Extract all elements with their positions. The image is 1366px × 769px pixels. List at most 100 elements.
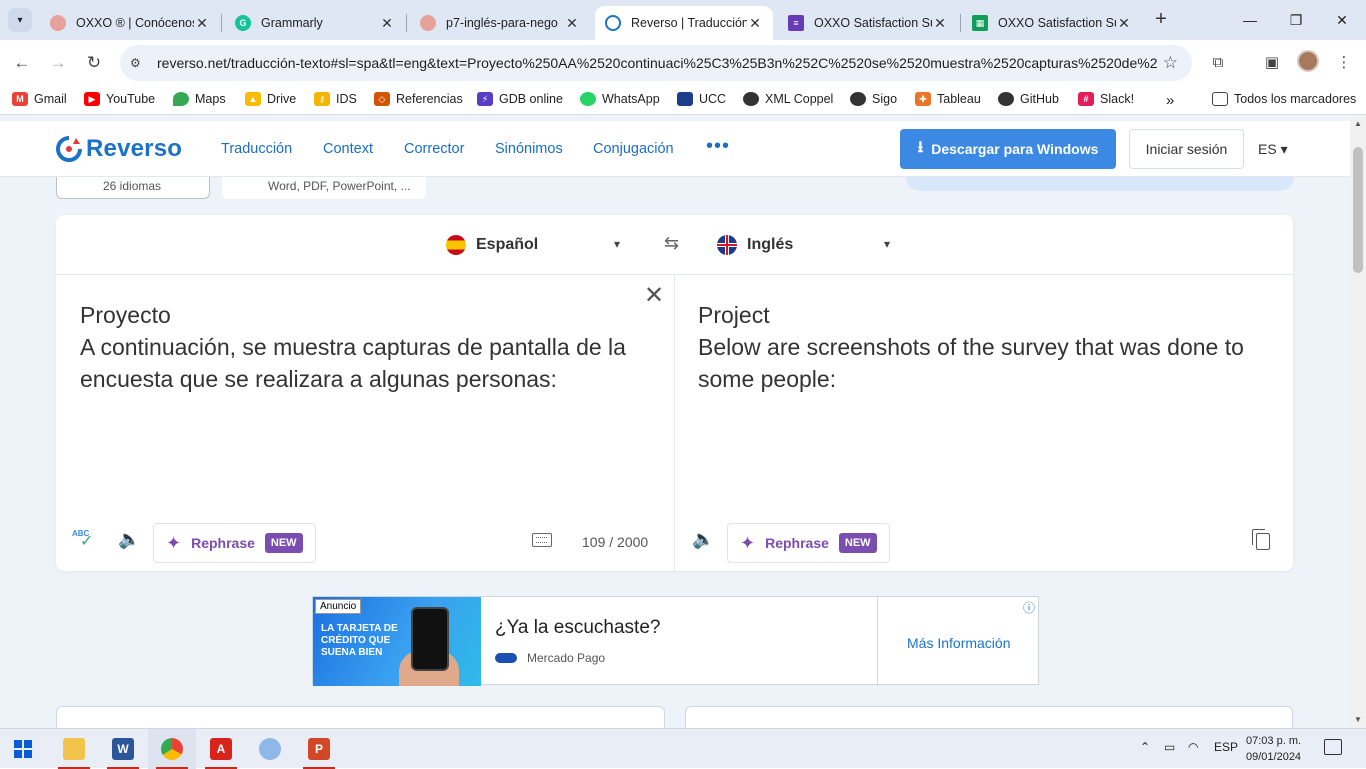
nav-more-button[interactable]: ••• xyxy=(706,135,730,158)
restore-button[interactable]: ❐ xyxy=(1284,8,1308,32)
nav-context[interactable]: Context xyxy=(323,141,373,157)
rephrase-source-button[interactable]: ✦ Rephrase NEW xyxy=(153,523,316,563)
documents-card-stub[interactable]: Word, PDF, PowerPoint, ... xyxy=(222,175,426,199)
url-text[interactable]: reverso.net/traducción-texto#sl=spa&tl=e… xyxy=(157,55,1157,71)
page-viewport: 26 idiomas Word, PDF, PowerPoint, ... Re… xyxy=(0,115,1350,728)
bookmark-label: Drive xyxy=(267,92,297,106)
tab-close-icon[interactable]: ✕ xyxy=(747,15,763,32)
clear-text-icon[interactable]: ✕ xyxy=(644,281,664,310)
advertisement-banner[interactable]: Anuncio LA TARJETA DE CRÉDITO QUE SUENA … xyxy=(312,596,1039,686)
bookmark-tableau[interactable]: ✚ Tableau xyxy=(915,92,981,106)
close-window-button[interactable]: ✕ xyxy=(1330,8,1354,32)
profile-avatar[interactable] xyxy=(1297,50,1319,72)
spain-flag-icon xyxy=(446,235,466,255)
tab-close-icon[interactable]: ✕ xyxy=(932,15,948,32)
bookmark-label: XML Coppel xyxy=(765,92,834,106)
nav-sinonimos[interactable]: Sinónimos xyxy=(495,141,563,157)
tab-close-icon[interactable]: ✕ xyxy=(1116,15,1132,32)
tab-title: OXXO Satisfaction Su xyxy=(998,16,1116,30)
taskbar-powerpoint[interactable]: P xyxy=(295,729,343,769)
taskbar-acrobat[interactable]: A xyxy=(197,729,245,769)
bookmark-maps[interactable]: Maps xyxy=(173,92,226,106)
bookmark-gdb[interactable]: ⚡ GDB online xyxy=(477,92,563,106)
forward-arrow-icon[interactable]: → xyxy=(46,51,70,75)
scroll-thumb[interactable] xyxy=(1353,147,1363,273)
extensions-icon[interactable]: ⧉ xyxy=(1206,51,1230,75)
bookmark-ids[interactable]: ⚷ IDS xyxy=(314,92,357,106)
taskbar-chrome[interactable] xyxy=(148,729,196,769)
site-info-icon[interactable]: ⚙ xyxy=(130,56,152,70)
tab-oxxo-conocenos[interactable]: OXXO ® | Conócenos ✕ xyxy=(40,6,220,40)
keyboard-icon[interactable] xyxy=(532,533,552,547)
download-windows-button[interactable]: ⭳ Descargar para Windows xyxy=(900,129,1116,169)
bookmark-xml-coppel[interactable]: XML Coppel xyxy=(743,92,833,106)
tab-p7-ingles[interactable]: p7-inglés-para-nego ✕ xyxy=(410,6,590,40)
rephrase-target-button[interactable]: ✦ Rephrase NEW xyxy=(727,523,890,563)
system-clock[interactable]: 07:03 p. m. 09/01/2024 xyxy=(1246,733,1301,765)
tab-close-icon[interactable]: ✕ xyxy=(194,15,210,32)
back-arrow-icon[interactable]: ← xyxy=(10,51,34,75)
notifications-icon[interactable] xyxy=(1324,739,1342,755)
tab-reverso[interactable]: Reverso | Traducción ✕ xyxy=(595,6,773,40)
windows-start-icon[interactable] xyxy=(14,740,32,758)
bookmark-slack[interactable]: # Slack! xyxy=(1078,92,1134,106)
speaker-icon[interactable]: 🔈 xyxy=(118,529,140,550)
gmail-icon: M xyxy=(12,92,28,106)
bookmark-gmail[interactable]: M Gmail xyxy=(12,92,67,106)
taskbar-paint[interactable] xyxy=(246,729,294,769)
taskbar-file-explorer[interactable] xyxy=(50,729,98,769)
bookmark-sigo[interactable]: Sigo xyxy=(850,92,897,106)
bookmark-github[interactable]: GitHub xyxy=(998,92,1059,106)
source-text-input[interactable]: Proyecto A continuación, se muestra capt… xyxy=(80,299,660,395)
tray-overflow-icon[interactable]: ⌃ xyxy=(1140,740,1150,754)
tab-close-icon[interactable]: ✕ xyxy=(564,15,580,32)
new-tab-button[interactable]: + xyxy=(1150,8,1172,30)
bookmark-youtube[interactable]: ▶ YouTube xyxy=(84,92,155,106)
wifi-icon[interactable]: ◠ xyxy=(1188,740,1198,754)
scroll-down-icon[interactable]: ▼ xyxy=(1354,715,1362,724)
tab-oxxo-sheets[interactable]: ▦ OXXO Satisfaction Su ✕ xyxy=(962,6,1142,40)
reload-icon[interactable]: ↻ xyxy=(82,51,106,75)
side-panel-icon[interactable]: ▣ xyxy=(1260,51,1284,75)
nav-corrector[interactable]: Corrector xyxy=(404,141,464,157)
tab-search-button[interactable]: ▾ xyxy=(8,8,32,32)
ad-headline[interactable]: ¿Ya la escuchaste? xyxy=(495,617,660,639)
languages-card-stub[interactable]: 26 idiomas xyxy=(56,175,210,199)
ad-info-icon[interactable]: ⓘ xyxy=(1023,599,1035,616)
battery-icon[interactable]: ▭ xyxy=(1164,740,1175,754)
source-language-selector[interactable]: Español xyxy=(446,235,538,255)
bookmark-ucc[interactable]: UCC xyxy=(677,92,726,106)
target-language-selector[interactable]: Inglés xyxy=(717,235,793,255)
ui-language-selector[interactable]: ES ▾ xyxy=(1258,141,1288,158)
login-button[interactable]: Iniciar sesión xyxy=(1129,129,1244,169)
nav-traduccion[interactable]: Traducción xyxy=(221,141,292,157)
ad-more-info-link[interactable]: Más Información xyxy=(907,635,1010,651)
scroll-up-icon[interactable]: ▲ xyxy=(1354,119,1362,128)
address-bar[interactable]: ⚙ reverso.net/traducción-texto#sl=spa&tl… xyxy=(120,45,1192,81)
page-scrollbar[interactable]: ▲ ▼ xyxy=(1350,115,1366,728)
tab-close-icon[interactable]: ✕ xyxy=(379,15,395,32)
swap-languages-icon[interactable]: ⇆ xyxy=(664,233,679,254)
ad-image[interactable]: Anuncio LA TARJETA DE CRÉDITO QUE SUENA … xyxy=(313,597,481,686)
input-language[interactable]: ESP xyxy=(1214,740,1238,754)
target-language-label: Inglés xyxy=(747,236,794,253)
minimize-button[interactable]: — xyxy=(1238,8,1262,32)
taskbar-word[interactable]: W xyxy=(99,729,147,769)
tab-oxxo-forms[interactable]: ≡ OXXO Satisfaction Su ✕ xyxy=(778,6,958,40)
bookmark-referencias[interactable]: ◇ Referencias xyxy=(374,92,463,106)
bookmark-whatsapp[interactable]: WhatsApp xyxy=(580,92,660,106)
chevron-down-icon[interactable]: ▾ xyxy=(884,237,890,251)
menu-kebab-icon[interactable]: ⋮ xyxy=(1332,51,1356,75)
copy-icon[interactable] xyxy=(1252,529,1270,550)
chevron-down-icon[interactable]: ▾ xyxy=(614,237,620,251)
bookmarks-overflow-button[interactable]: » xyxy=(1166,92,1174,109)
spellcheck-icon[interactable]: ABC ✓ xyxy=(72,529,98,551)
bookmark-star-icon[interactable]: ☆ xyxy=(1163,53,1178,73)
all-bookmarks-folder[interactable]: Todos los marcadores xyxy=(1212,92,1356,106)
reverso-logo[interactable]: Reverso xyxy=(56,135,182,163)
bookmark-drive[interactable]: ▲ Drive xyxy=(245,92,296,106)
tab-grammarly[interactable]: G Grammarly ✕ xyxy=(225,6,405,40)
whatsapp-icon xyxy=(580,92,596,106)
nav-conjugacion[interactable]: Conjugación xyxy=(593,141,674,157)
speaker-icon[interactable]: 🔈 xyxy=(692,529,714,550)
